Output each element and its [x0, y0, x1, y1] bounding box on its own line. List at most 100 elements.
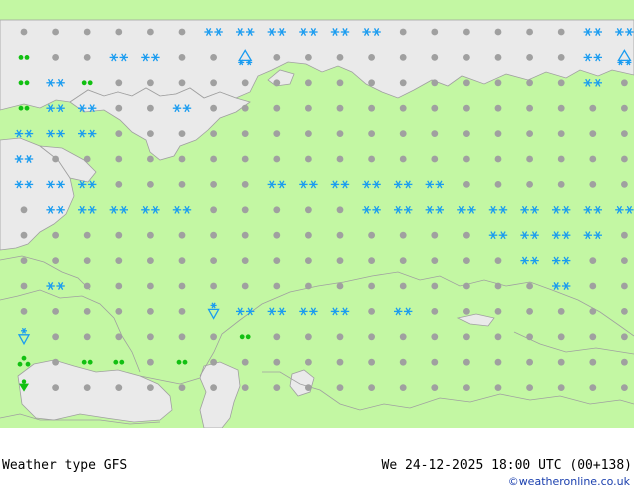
dry-symbol: [178, 181, 186, 188]
dry-symbol: [494, 384, 502, 391]
dry-symbol: [83, 308, 91, 315]
dry-symbol: [526, 384, 533, 391]
dry-symbol: [526, 181, 533, 188]
dry-symbol: [241, 231, 249, 239]
dry-symbol: [431, 155, 439, 163]
dry-symbol: [494, 181, 502, 188]
dry-symbol: [431, 282, 439, 290]
dry-symbol: [431, 79, 439, 87]
dry-symbol: [399, 333, 407, 341]
dry-symbol: [273, 104, 281, 112]
dry-symbol: [463, 155, 470, 163]
dry-symbol: [431, 130, 439, 138]
dry-symbol: [431, 333, 439, 341]
dry-symbol: [494, 308, 502, 315]
dry-symbol: [526, 104, 533, 112]
dry-symbol: [431, 384, 439, 391]
dry-symbol: [589, 282, 597, 290]
map-title: Weather type GFS: [2, 458, 128, 473]
dry-symbol: [621, 384, 628, 391]
dry-symbol: [115, 282, 123, 290]
dry-symbol: [336, 384, 344, 391]
dry-symbol: [210, 384, 218, 391]
dry-symbol: [241, 384, 249, 391]
dry-symbol: [463, 358, 470, 366]
dry-symbol: [336, 231, 344, 239]
dry-symbol: [431, 54, 439, 61]
dry-symbol: [210, 358, 218, 366]
dry-symbol: [147, 358, 154, 366]
dry-symbol: [52, 333, 59, 341]
dry-symbol: [210, 333, 218, 341]
dry-symbol: [115, 104, 123, 112]
dry-symbol: [399, 358, 407, 366]
dry-symbol: [83, 231, 91, 239]
dry-symbol: [336, 206, 344, 214]
dry-symbol: [178, 54, 186, 61]
dry-symbol: [305, 206, 312, 214]
dry-symbol: [336, 155, 344, 163]
dry-symbol: [241, 358, 249, 366]
credit-link[interactable]: ©weatheronline.co.uk: [508, 475, 630, 488]
dry-symbol: [494, 282, 502, 290]
dry-symbol: [273, 130, 281, 138]
dry-symbol: [210, 130, 218, 138]
dry-symbol: [589, 333, 597, 341]
dry-symbol: [431, 28, 439, 36]
dry-symbol: [557, 358, 565, 366]
dry-symbol: [589, 308, 597, 315]
dry-symbol: [178, 384, 186, 391]
dry-symbol: [210, 155, 218, 163]
dry-symbol: [526, 282, 533, 290]
dry-symbol: [210, 79, 218, 87]
dry-symbol: [83, 282, 91, 290]
dry-symbol: [241, 181, 249, 188]
dry-symbol: [147, 28, 154, 36]
dry-symbol: [241, 79, 249, 87]
dry-symbol: [431, 104, 439, 112]
dry-symbol: [147, 104, 154, 112]
dry-symbol: [557, 79, 565, 87]
dry-symbol: [557, 308, 565, 315]
dry-symbol: [115, 155, 123, 163]
dry-symbol: [494, 104, 502, 112]
dry-symbol: [621, 130, 628, 138]
dry-symbol: [273, 155, 281, 163]
dry-symbol: [20, 257, 28, 264]
dry-symbol: [368, 104, 375, 112]
dry-symbol: [178, 333, 186, 341]
dry-symbol: [463, 282, 470, 290]
dry-symbol: [526, 28, 533, 36]
dry-symbol: [210, 181, 218, 188]
dry-symbol: [52, 384, 59, 391]
dry-symbol: [526, 308, 533, 315]
dry-symbol: [557, 333, 565, 341]
dry-symbol: [621, 308, 628, 315]
dry-symbol: [494, 257, 502, 264]
dry-symbol: [273, 384, 281, 391]
dry-symbol: [399, 155, 407, 163]
dry-symbol: [178, 79, 186, 87]
dry-symbol: [83, 54, 91, 61]
dry-symbol: [368, 54, 375, 61]
dry-symbol: [557, 130, 565, 138]
dry-symbol: [305, 333, 312, 341]
dry-symbol: [147, 155, 154, 163]
dry-symbol: [241, 282, 249, 290]
dry-symbol: [621, 333, 628, 341]
dry-symbol: [210, 206, 218, 214]
dry-symbol: [305, 79, 312, 87]
dry-symbol: [52, 28, 59, 36]
dry-symbol: [273, 54, 281, 61]
dry-symbol: [463, 181, 470, 188]
dry-symbol: [431, 308, 439, 315]
dry-symbol: [147, 130, 154, 138]
dry-symbol: [115, 28, 123, 36]
dry-symbol: [399, 282, 407, 290]
dry-symbol: [273, 79, 281, 87]
dry-symbol: [20, 231, 28, 239]
dry-symbol: [52, 54, 59, 61]
dry-symbol: [305, 384, 312, 391]
dry-symbol: [368, 358, 375, 366]
dry-symbol: [336, 257, 344, 264]
